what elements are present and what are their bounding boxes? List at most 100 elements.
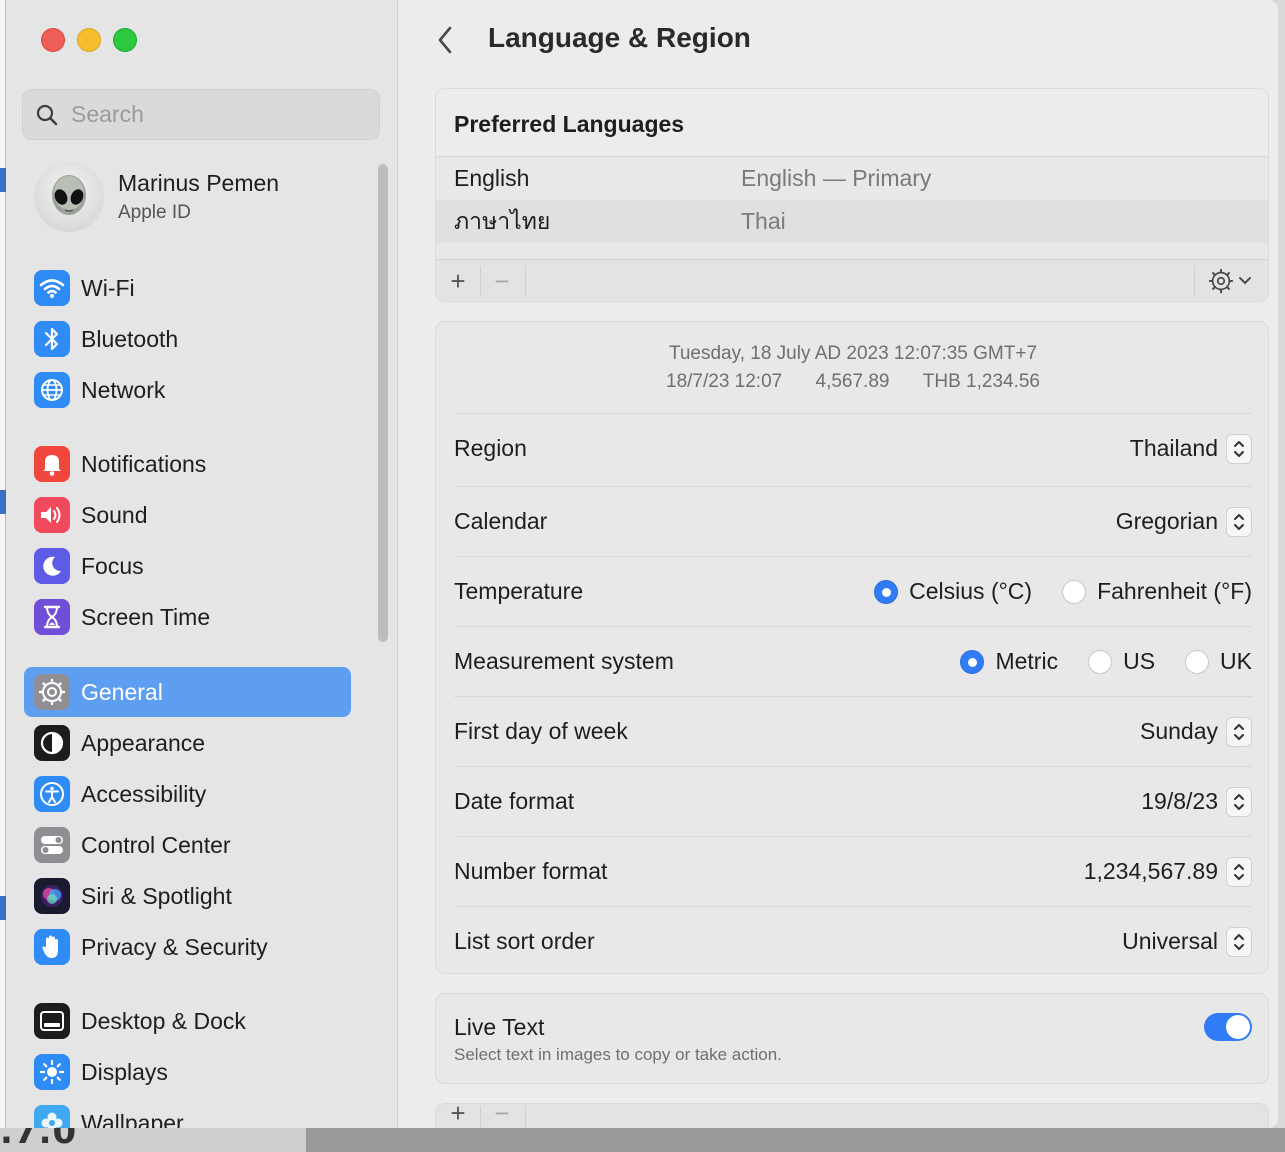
sidebar-item-label: Wi-Fi	[81, 274, 135, 301]
date-format-row: Date format 19/8/23	[454, 766, 1252, 836]
temperature-radio-group: Celsius (°C) Fahrenheit (°F)	[844, 578, 1252, 605]
up-down-chevron-icon	[1226, 856, 1252, 887]
temperature-row: Temperature Celsius (°C) Fahrenheit (°F)	[454, 556, 1252, 626]
live-text-subtitle: Select text in images to copy or take ac…	[454, 1045, 782, 1064]
calendar-row: Calendar Gregorian	[454, 486, 1252, 556]
background-window-edge	[1277, 0, 1285, 1128]
sidebar-item-focus[interactable]: Focus	[24, 541, 351, 591]
us-radio[interactable]: US	[1088, 648, 1155, 675]
measurement-label: Measurement system	[454, 648, 674, 674]
number-format-popup[interactable]: 1,234,567.89	[1084, 856, 1252, 887]
sidebar-item-label: Control Center	[81, 831, 231, 858]
search-field[interactable]	[22, 89, 380, 140]
language-row[interactable]: English English — Primary	[436, 157, 1268, 200]
zoom-window-button[interactable]	[113, 28, 137, 52]
radio-unselected-icon	[1185, 649, 1210, 674]
sort-order-row: List sort order Universal	[454, 906, 1252, 976]
sidebar-item-network[interactable]: Network	[24, 365, 351, 415]
region-settings-panel: Tuesday, 18 July AD 2023 12:07:35 GMT+7 …	[435, 321, 1269, 974]
bluetooth-icon	[34, 321, 70, 357]
number-format-row: Number format 1,234,567.89	[454, 836, 1252, 906]
sidebar-scrollbar[interactable]	[376, 162, 390, 644]
sidebar-item-wallpaper[interactable]: Wallpaper	[24, 1098, 351, 1128]
sidebar-item-general[interactable]: General	[24, 667, 351, 717]
sidebar-item-siri-spotlight[interactable]: Siri & Spotlight	[24, 871, 351, 921]
sidebar-item-bluetooth[interactable]: Bluetooth	[24, 314, 351, 364]
remove-app-button[interactable]: −	[482, 1096, 522, 1128]
sidebar-item-accessibility[interactable]: Accessibility	[24, 769, 351, 819]
region-popup[interactable]: Thailand	[1130, 433, 1252, 464]
sidebar-item-control-center[interactable]: Control Center	[24, 820, 351, 870]
date-format-label: Date format	[454, 788, 575, 814]
temperature-label: Temperature	[454, 578, 584, 604]
date-format-popup[interactable]: 19/8/23	[1141, 786, 1252, 817]
live-text-panel: Live Text Select text in images to copy …	[435, 993, 1269, 1084]
live-text-toggle[interactable]	[1204, 1013, 1252, 1041]
bell-icon	[34, 446, 70, 482]
sidebar-item-notifications[interactable]: Notifications	[24, 439, 351, 489]
apple-id-profile[interactable]: Marinus Pemen Apple ID	[34, 162, 279, 232]
preferred-languages-panel: Preferred Languages English English — Pr…	[435, 88, 1269, 302]
preferred-languages-heading: Preferred Languages	[436, 89, 1268, 157]
sidebar-item-label: Appearance	[81, 729, 206, 756]
languages-toolbar: + −	[436, 259, 1268, 301]
sidebar-item-label: Desktop & Dock	[81, 1007, 246, 1034]
calendar-popup[interactable]: Gregorian	[1116, 506, 1252, 537]
add-language-button[interactable]: +	[438, 264, 478, 298]
main-content: Language & Region Preferred Languages En…	[398, 0, 1278, 1128]
chevron-left-icon	[438, 26, 452, 54]
sidebar-item-label: Sound	[81, 501, 148, 528]
control-center-icon	[34, 827, 70, 863]
avatar	[34, 162, 104, 232]
sidebar-item-desktop-dock[interactable]: Desktop & Dock	[24, 996, 351, 1046]
language-row[interactable]: ภาษาไทย Thai	[436, 200, 1268, 243]
sidebar-item-sound[interactable]: Sound	[24, 490, 351, 540]
dock-icon	[34, 1003, 70, 1039]
hand-icon	[34, 929, 70, 965]
sort-order-label: List sort order	[454, 928, 595, 954]
search-input[interactable]	[71, 101, 351, 128]
sidebar-item-appearance[interactable]: Appearance	[24, 718, 351, 768]
radio-selected-icon	[960, 649, 985, 674]
first-day-popup[interactable]: Sunday	[1140, 716, 1252, 747]
chevron-down-icon	[1239, 277, 1251, 285]
first-day-label: First day of week	[454, 718, 628, 744]
sidebar-item-label: Privacy & Security	[81, 933, 268, 960]
add-app-button[interactable]: +	[438, 1096, 478, 1128]
language-options-menu[interactable]	[1200, 264, 1260, 298]
globe-icon	[34, 372, 70, 408]
profile-name: Marinus Pemen	[118, 170, 280, 196]
format-preview: Tuesday, 18 July AD 2023 12:07:35 GMT+7 …	[436, 340, 1270, 396]
language-description: English — Primary	[741, 165, 932, 191]
sidebar-item-label: General	[81, 678, 163, 705]
sidebar-item-label: Accessibility	[81, 780, 207, 807]
minimize-window-button[interactable]	[77, 28, 101, 52]
radio-label: UK	[1220, 648, 1252, 674]
up-down-chevron-icon	[1226, 716, 1252, 747]
settings-window: Marinus Pemen Apple ID Wi-Fi Bluetooth N…	[6, 0, 1278, 1128]
close-window-button[interactable]	[41, 28, 65, 52]
uk-radio[interactable]: UK	[1185, 648, 1252, 675]
fahrenheit-radio[interactable]: Fahrenheit (°F)	[1062, 578, 1252, 605]
sidebar-item-label: Screen Time	[81, 603, 211, 630]
remove-language-button[interactable]: −	[482, 264, 522, 298]
up-down-chevron-icon	[1226, 786, 1252, 817]
sidebar-item-wifi[interactable]: Wi-Fi	[24, 263, 351, 313]
profile-subtitle: Apple ID	[118, 202, 191, 223]
sort-order-popup[interactable]: Universal	[1122, 926, 1252, 957]
up-down-chevron-icon	[1226, 433, 1252, 464]
back-button[interactable]	[430, 22, 460, 58]
region-row: Region Thailand	[454, 413, 1252, 483]
preview-date-long: Tuesday, 18 July AD 2023 12:07:35 GMT+7	[668, 343, 1038, 364]
page-title: Language & Region	[488, 22, 751, 53]
metric-radio[interactable]: Metric	[960, 648, 1058, 675]
radio-label: Celsius (°C)	[909, 578, 1033, 604]
radio-unselected-icon	[1062, 579, 1087, 604]
sidebar-item-privacy-security[interactable]: Privacy & Security	[24, 922, 351, 972]
hourglass-icon	[34, 599, 70, 635]
sidebar-item-displays[interactable]: Displays	[24, 1047, 351, 1097]
moon-icon	[34, 548, 70, 584]
celsius-radio[interactable]: Celsius (°C)	[874, 578, 1032, 605]
sidebar-item-screen-time[interactable]: Screen Time	[24, 592, 351, 642]
measurement-radio-group: Metric US UK	[930, 648, 1252, 675]
